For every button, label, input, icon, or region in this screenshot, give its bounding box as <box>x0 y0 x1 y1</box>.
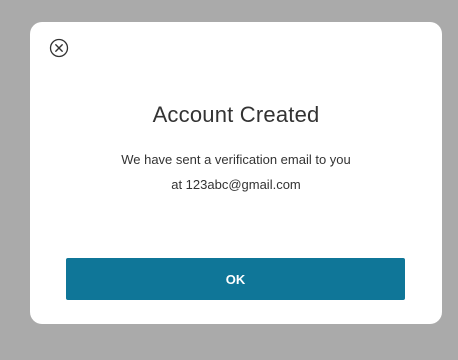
ok-button[interactable]: OK <box>66 258 405 300</box>
close-icon[interactable] <box>49 38 69 58</box>
message-line-2: at 123abc@gmail.com <box>171 177 301 192</box>
dialog-title: Account Created <box>152 102 320 127</box>
dialog-message: We have sent a verification email to you… <box>50 147 422 197</box>
message-line-1: We have sent a verification email to you <box>121 152 351 167</box>
account-created-dialog: Account Created We have sent a verificat… <box>30 22 442 324</box>
